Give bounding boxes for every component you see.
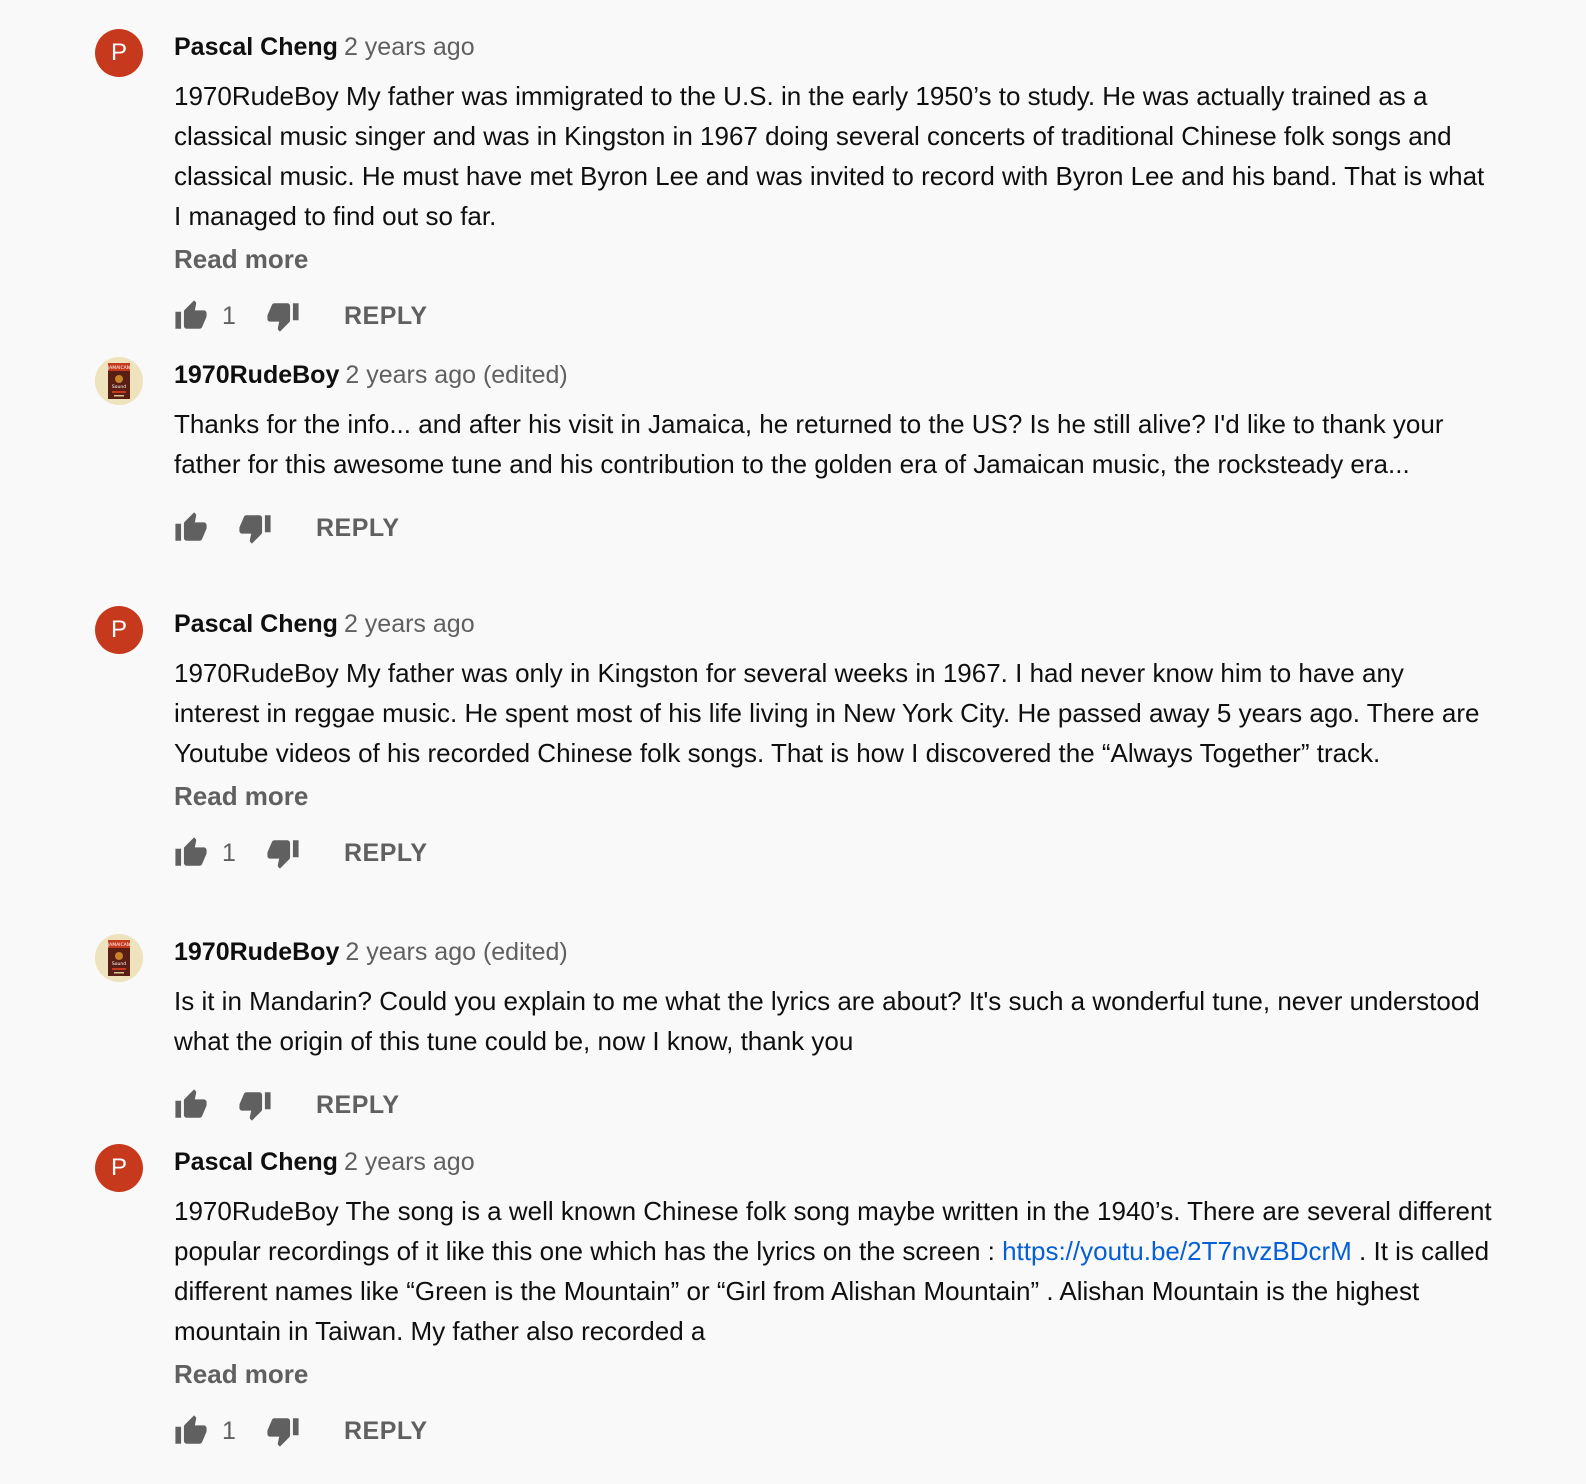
read-more-button[interactable]: Read more [174,240,1494,278]
like-count: 1 [222,838,236,867]
thumb-up-icon[interactable] [174,836,208,870]
thumb-up-icon[interactable] [174,511,208,545]
like-count: 1 [222,301,236,330]
reply-button[interactable]: REPLY [344,302,428,331]
avatar[interactable]: JAMAICAN Sound [95,357,143,405]
author-name[interactable]: Pascal Cheng [174,610,338,638]
timestamp[interactable]: 2 years ago [344,610,475,638]
avatar[interactable]: JAMAICAN Sound [95,934,143,982]
comment-text: Is it in Mandarin? Could you explain to … [174,986,1480,1056]
comment-header: Pascal Cheng 2 years ago [174,32,1494,62]
avatar[interactable]: P [95,1144,143,1192]
comment-actions: 1 REPLY [174,833,1494,873]
comment-actions: 1 REPLY [174,1411,1494,1451]
like-count: 1 [222,1416,236,1445]
read-more-button[interactable]: Read more [174,1355,1494,1393]
comment-actions: REPLY [174,508,1494,548]
reply-button[interactable]: REPLY [344,839,428,868]
timestamp[interactable]: 2 years ago (edited) [345,361,567,389]
svg-text:Sound: Sound [112,384,126,390]
svg-text:JAMAICAN: JAMAICAN [107,365,130,371]
thumb-down-icon[interactable] [238,511,272,545]
comment-header: 1970RudeBoy 2 years ago (edited) [174,937,1494,967]
thumb-down-icon[interactable] [266,836,300,870]
comment-text: Thanks for the info... and after his vis… [174,409,1444,479]
reply-button[interactable]: REPLY [316,514,400,543]
comment-header: Pascal Cheng 2 years ago [174,609,1494,639]
avatar[interactable]: P [95,606,143,654]
author-name[interactable]: Pascal Cheng [174,1148,338,1176]
comment-thread: P Pascal Cheng 2 years ago 1970RudeBoy My… [0,0,1586,1484]
timestamp[interactable]: 2 years ago [344,33,475,61]
comment-header: Pascal Cheng 2 years ago [174,1147,1494,1177]
author-name[interactable]: 1970RudeBoy [174,938,339,966]
album-cover-icon: JAMAICAN Sound [95,934,143,982]
svg-text:JAMAICAN: JAMAICAN [107,942,130,948]
comment-link[interactable]: https://youtu.be/2T7nvzBDcrM [1002,1236,1352,1266]
reply-button[interactable]: REPLY [344,1417,428,1446]
thumb-down-icon[interactable] [266,1414,300,1448]
avatar[interactable]: P [95,29,143,77]
timestamp[interactable]: 2 years ago [344,1148,475,1176]
timestamp[interactable]: 2 years ago (edited) [345,938,567,966]
comment-text: 1970RudeBoy My father was only in Kingst… [174,658,1480,768]
comment-text: 1970RudeBoy My father was immigrated to … [174,81,1485,231]
svg-text:Sound: Sound [112,961,126,967]
author-name[interactable]: Pascal Cheng [174,33,338,61]
comment-text: 1970RudeBoy The song is a well known Chi… [174,1191,1494,1351]
album-cover-icon: JAMAICAN Sound [95,357,143,405]
thumb-up-icon[interactable] [174,1414,208,1448]
author-name[interactable]: 1970RudeBoy [174,361,339,389]
comment-header: 1970RudeBoy 2 years ago (edited) [174,360,1494,390]
read-more-button[interactable]: Read more [174,777,1494,815]
